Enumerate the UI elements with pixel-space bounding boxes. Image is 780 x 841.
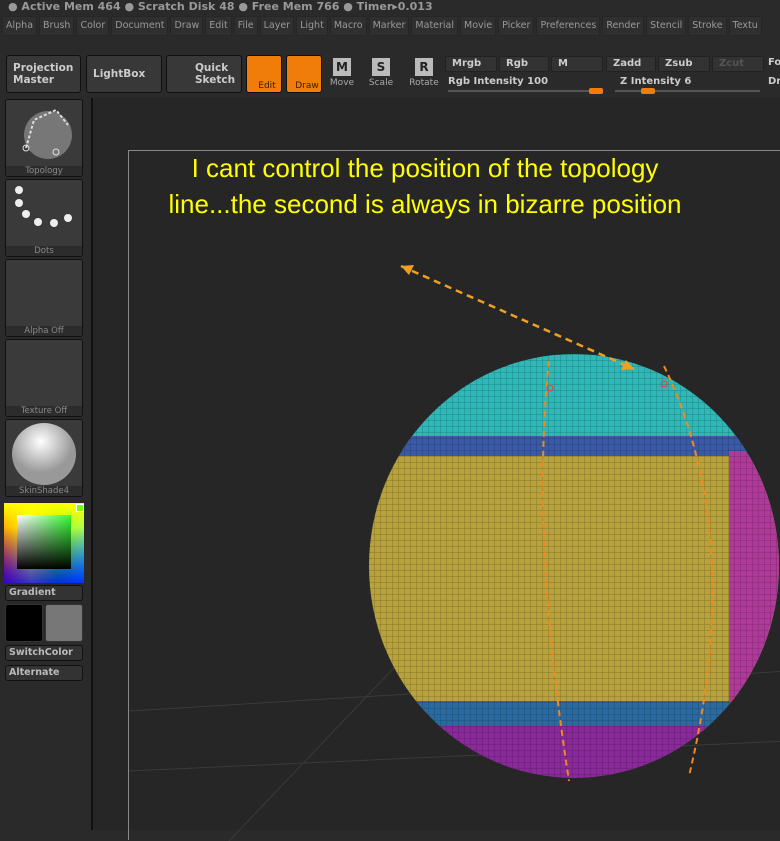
move-label: Move xyxy=(329,78,355,88)
gradient-button[interactable]: Gradient xyxy=(5,585,83,601)
draw-label: Draw xyxy=(295,81,319,91)
menu-marker[interactable]: Marker xyxy=(368,16,410,36)
material-label: SkinShade4 xyxy=(6,486,82,496)
material-sphere-icon xyxy=(12,423,76,485)
texture-label: Texture Off xyxy=(6,406,82,416)
brush-label: Topology xyxy=(6,166,82,176)
scale-icon: S xyxy=(372,58,390,76)
texture-selector[interactable]: Texture Off xyxy=(5,339,83,417)
m-button[interactable]: M xyxy=(551,56,603,72)
menu-stencil[interactable]: Stencil xyxy=(646,16,687,36)
material-selector[interactable]: SkinShade4 xyxy=(5,419,83,497)
mrgb-button[interactable]: Mrgb xyxy=(445,56,497,72)
menu-movie[interactable]: Movie xyxy=(460,16,497,36)
z-intensity-slider[interactable] xyxy=(615,88,760,94)
menu-render[interactable]: Render xyxy=(602,16,645,36)
edit-button[interactable]: Edit xyxy=(246,55,282,93)
3d-model xyxy=(129,264,780,841)
secondary-color-swatch[interactable] xyxy=(45,604,83,642)
status-bar: ● Active Mem 464 ● Scratch Disk 48 ● Fre… xyxy=(8,0,433,13)
topology-brush-icon xyxy=(22,108,72,159)
zsub-button[interactable]: Zsub xyxy=(658,56,710,72)
rgb-button[interactable]: Rgb xyxy=(499,56,549,72)
menu-macro[interactable]: Macro xyxy=(329,16,367,36)
quick-sketch-button[interactable]: Quick Sketch xyxy=(166,55,242,93)
document-area[interactable] xyxy=(128,150,780,841)
lightbox-button[interactable]: LightBox xyxy=(86,55,162,93)
sphere-mesh xyxy=(369,354,779,778)
draw-button[interactable]: Draw xyxy=(286,55,322,93)
menu-document[interactable]: Document xyxy=(111,16,169,36)
color-square[interactable] xyxy=(17,515,71,569)
scale-label: Scale xyxy=(368,78,394,88)
menu-draw[interactable]: Draw xyxy=(170,16,204,36)
z-intensity-label: Z Intensity 6 xyxy=(620,76,692,87)
zcut-button[interactable]: Zcut xyxy=(712,56,764,72)
rotate-label: Rotate xyxy=(409,78,439,88)
rgb-intensity-knob[interactable] xyxy=(589,88,603,94)
move-icon: M xyxy=(333,58,351,76)
annotation-text: I cant control the position of the topol… xyxy=(168,153,682,219)
annotation-arrow xyxy=(400,264,635,371)
menu-material[interactable]: Material xyxy=(411,16,459,36)
brush-selector[interactable]: Topology xyxy=(5,99,83,177)
alternate-button[interactable]: Alternate xyxy=(5,665,83,681)
switch-color-button[interactable]: SwitchColor xyxy=(5,645,83,661)
menu-picker[interactable]: Picker xyxy=(498,16,535,36)
draw-size-label: Dr xyxy=(768,76,780,87)
menu-file[interactable]: File xyxy=(233,16,258,36)
move-button[interactable]: M Move xyxy=(324,58,360,88)
rotate-button[interactable]: R Rotate xyxy=(406,58,442,88)
menu-edit[interactable]: Edit xyxy=(205,16,232,36)
menu-bar: Alpha Brush Color Document Draw Edit File Layer… xyxy=(2,16,762,36)
scale-button[interactable]: S Scale xyxy=(363,58,399,88)
menu-light[interactable]: Light xyxy=(296,16,328,36)
rgb-intensity-slider[interactable] xyxy=(448,88,603,94)
menu-alpha[interactable]: Alpha xyxy=(2,16,38,36)
dots-stroke-icon xyxy=(15,186,72,227)
focal-label: Fo xyxy=(768,57,780,68)
menu-textu[interactable]: Textu xyxy=(728,16,762,36)
stroke-selector[interactable]: Dots xyxy=(5,179,83,257)
edit-label: Edit xyxy=(258,81,276,91)
alpha-selector[interactable]: Alpha Off xyxy=(5,259,83,337)
rotate-icon: R xyxy=(415,58,433,76)
menu-color[interactable]: Color xyxy=(76,16,110,36)
z-intensity-knob[interactable] xyxy=(640,88,655,94)
menu-layer[interactable]: Layer xyxy=(259,16,295,36)
alpha-label: Alpha Off xyxy=(6,326,82,336)
menu-stroke[interactable]: Stroke xyxy=(688,16,727,36)
main-color-swatch[interactable] xyxy=(5,604,43,642)
rgb-intensity-label: Rgb Intensity 100 xyxy=(448,76,549,87)
zadd-button[interactable]: Zadd xyxy=(606,56,656,72)
projection-master-button[interactable]: Projection Master xyxy=(6,55,81,93)
stroke-label: Dots xyxy=(6,246,82,256)
menu-brush[interactable]: Brush xyxy=(39,16,75,36)
color-picker[interactable] xyxy=(4,503,84,583)
current-color-swatch xyxy=(76,504,84,512)
menu-preferences[interactable]: Preferences xyxy=(536,16,601,36)
